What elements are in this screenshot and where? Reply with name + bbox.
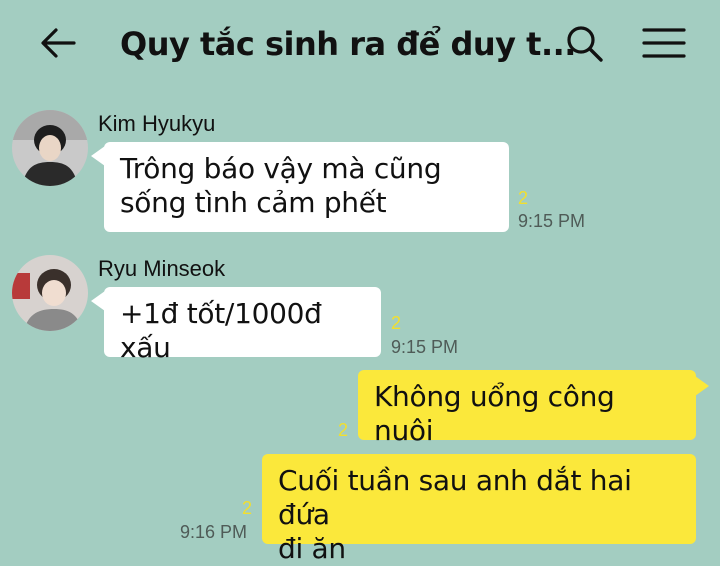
bubble-tail [91,146,105,166]
arrow-left-icon [41,28,76,58]
message-bubble[interactable]: Cuối tuần sau anh dắt hai đứa đi ăn [262,454,696,565]
message-text-line: +1đ tốt/1000đ xấu [120,297,322,364]
message-text-line: sống tình cảm phết [120,186,387,219]
unread-count: 2 [338,420,349,440]
message-text-line: Cuối tuần sau anh dắt hai đứa [278,464,632,531]
bubble-tail [91,291,105,311]
unread-count: 2 [391,313,402,333]
search-icon [567,26,603,62]
avatar-kim-hyukyu[interactable] [12,110,88,186]
message-time: 9:16 PM [180,522,248,542]
back-button[interactable] [38,25,78,61]
message-text-line: Không uổng công nuôi [374,380,615,447]
message-bubble[interactable]: +1đ tốt/1000đ xấu [104,287,381,364]
message-bubble[interactable]: Không uổng công nuôi [358,370,696,447]
sender-name: Kim Hyukyu [98,111,216,136]
sender-name: Ryu Minseok [98,256,226,281]
search-button[interactable] [562,22,606,66]
menu-button[interactable] [640,24,688,62]
avatar-photo-icon [12,110,88,186]
message-bubble[interactable]: Trông báo vậy mà cũng sống tình cảm phết [104,142,509,232]
chat-header: Quy tắc sinh ra để duy t... [0,0,720,88]
chat-title: Quy tắc sinh ra để duy t... [120,25,576,63]
hamburger-menu-icon [642,28,686,58]
message-text-line: Trông báo vậy mà cũng [120,152,442,185]
message-text-line: đi ăn [278,532,346,565]
avatar-photo-icon [12,255,88,331]
unread-count: 2 [518,188,529,208]
avatar-ryu-minseok[interactable] [12,255,88,331]
message-time: 9:15 PM [391,337,459,357]
message-time: 9:15 PM [518,211,586,231]
bubble-tail [695,376,709,396]
unread-count: 2 [242,498,253,518]
